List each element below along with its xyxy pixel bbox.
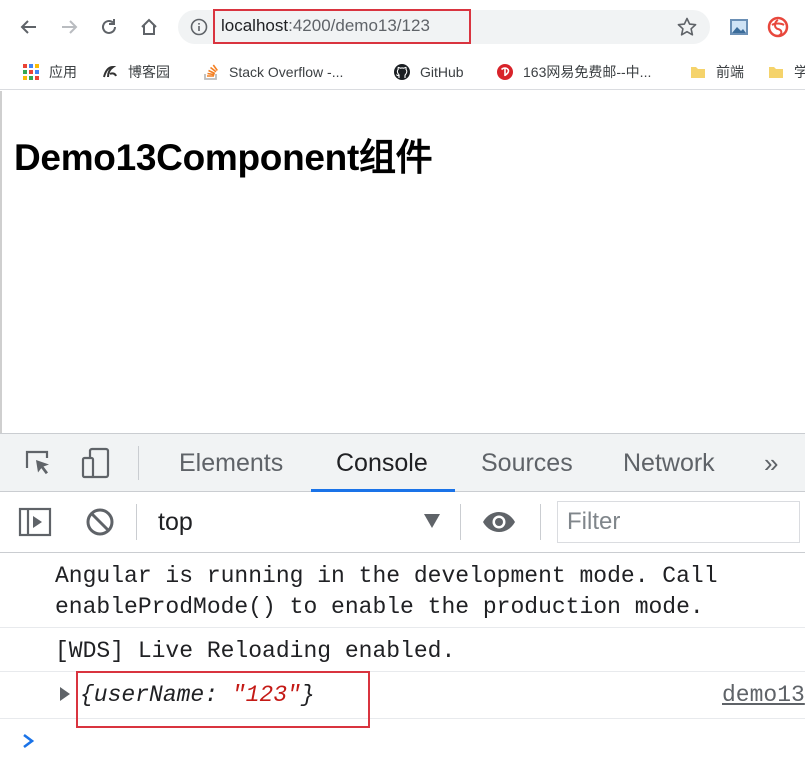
bookmark-163[interactable]: 163网易免费邮--中... [496, 61, 651, 83]
console-prompt-chevron-icon[interactable] [20, 730, 38, 752]
toolbar-divider [460, 504, 461, 540]
context-selector[interactable]: top [158, 508, 193, 537]
message-line: enableProdMode() to enable the productio… [55, 594, 704, 620]
folder-icon [769, 67, 783, 78]
filter-input[interactable] [558, 502, 799, 542]
inspect-element-icon[interactable] [21, 446, 55, 480]
show-sidebar-icon[interactable] [18, 505, 52, 539]
device-toolbar-icon[interactable] [80, 446, 114, 480]
extension-swirl-icon[interactable] [766, 15, 790, 39]
clear-console-icon[interactable] [83, 505, 117, 539]
cnblogs-icon [103, 65, 117, 78]
expand-triangle-icon[interactable] [60, 687, 70, 701]
folder-icon [691, 67, 705, 78]
more-tabs-chevron-icon[interactable]: » [764, 448, 778, 479]
toolbar-divider [136, 504, 137, 540]
bookmark-label: 博客园 [128, 64, 170, 80]
bookmark-stackoverflow[interactable]: Stack Overflow -... [202, 61, 343, 83]
bookmark-cnblogs[interactable]: 博客园 [101, 61, 170, 83]
tab-sources[interactable]: Sources [481, 449, 573, 478]
back-button[interactable] [14, 12, 44, 42]
apps-grid-icon [23, 64, 39, 80]
info-icon[interactable] [190, 18, 208, 36]
bookmark-label: 应用 [49, 64, 77, 80]
back-arrow-icon [20, 20, 36, 34]
bookmark-folder-frontend[interactable]: 前端 [689, 61, 744, 83]
tab-console[interactable]: Console [336, 449, 428, 478]
tab-elements[interactable]: Elements [179, 449, 283, 478]
devtools-tab-bar: Elements Console Sources Network » [0, 434, 805, 492]
reload-icon [102, 19, 116, 34]
toolbar-divider [540, 504, 541, 540]
filter-field[interactable] [557, 501, 800, 543]
github-icon [394, 64, 410, 80]
page-title: Demo13Component组件 [14, 137, 433, 178]
bookmark-star-icon[interactable] [676, 16, 698, 38]
stackoverflow-icon [204, 64, 218, 80]
browser-toolbar: localhost:4200/demo13/123 [0, 0, 805, 54]
reload-button[interactable] [94, 12, 124, 42]
console-toolbar: top [0, 492, 805, 553]
live-expression-eye-icon[interactable] [482, 505, 516, 539]
forward-button[interactable] [54, 12, 84, 42]
console-message-angular: Angular is running in the development mo… [0, 556, 805, 628]
netease-163-icon [497, 64, 513, 80]
toolbar-divider [138, 446, 139, 480]
bookmark-label: GitHub [420, 64, 464, 80]
message-line: [WDS] Live Reloading enabled. [55, 638, 456, 664]
chevron-down-icon[interactable] [424, 514, 440, 528]
bookmark-label: 前端 [716, 64, 744, 80]
bookmark-label: Stack Overflow -... [229, 64, 344, 80]
message-line: Angular is running in the development mo… [55, 563, 718, 589]
home-button[interactable] [134, 12, 164, 42]
bookmarks-bar: 应用 博客园 Stack Overflow -... GitHub 163网易免… [0, 54, 805, 90]
bookmark-label: 学 [794, 64, 805, 80]
object-highlight-box [76, 671, 370, 728]
bookmark-folder-study[interactable]: 学 [767, 61, 805, 83]
extension-image-icon[interactable] [728, 16, 750, 38]
bookmark-apps[interactable]: 应用 [22, 61, 77, 83]
forward-arrow-icon [62, 20, 78, 34]
bookmark-github[interactable]: GitHub [393, 61, 464, 83]
url-highlight-box [213, 9, 471, 44]
page-viewport: Demo13Component组件 [0, 91, 805, 433]
tab-network[interactable]: Network [623, 449, 715, 478]
console-message-wds: [WDS] Live Reloading enabled. [0, 628, 805, 672]
home-icon [141, 18, 157, 35]
bookmark-label: 163网易免费邮--中... [523, 64, 652, 80]
source-link[interactable]: demo13 [722, 680, 805, 711]
